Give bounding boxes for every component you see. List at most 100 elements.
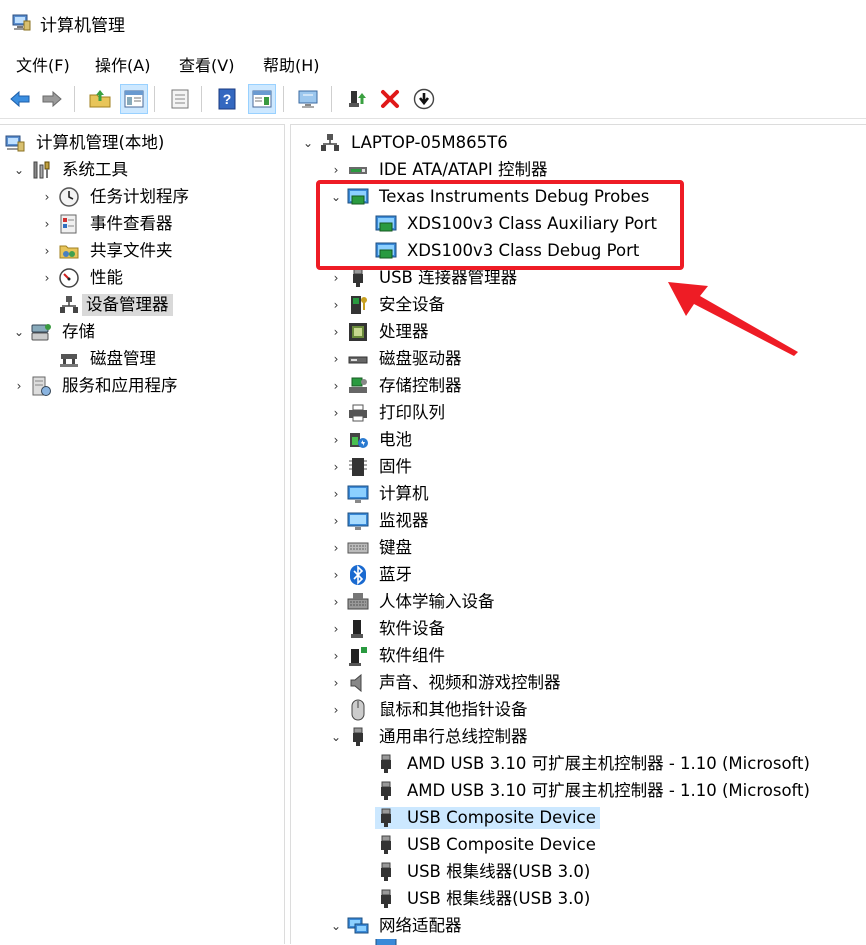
device-category-label: 人体学输入设备 bbox=[375, 591, 499, 613]
device-category-print-queues[interactable]: › 打印队列 bbox=[329, 399, 449, 426]
tree-item-performance[interactable]: › 性能 bbox=[40, 264, 127, 291]
device-usb-composite-device[interactable]: USB Composite Device bbox=[357, 831, 600, 858]
up-folder-icon[interactable] bbox=[86, 84, 114, 114]
chevron-right-icon[interactable]: › bbox=[329, 703, 343, 717]
chevron-right-icon[interactable]: › bbox=[40, 217, 54, 231]
chevron-right-icon[interactable]: › bbox=[329, 568, 343, 582]
chevron-right-icon[interactable]: › bbox=[329, 352, 343, 366]
device-category-network-adapters[interactable]: ⌄ 网络适配器 bbox=[329, 912, 466, 939]
device-tree-root[interactable]: ⌄ LAPTOP-05M865T6 bbox=[301, 129, 512, 156]
device-usb-root-hub[interactable]: USB 根集线器(USB 3.0) bbox=[357, 858, 594, 885]
device-category-disk-drives[interactable]: › 磁盘驱动器 bbox=[329, 345, 466, 372]
tree-item-storage[interactable]: ⌄ 存储 bbox=[12, 318, 99, 345]
chevron-down-icon[interactable]: ⌄ bbox=[12, 163, 26, 177]
menu-view[interactable]: 查看(V) bbox=[177, 52, 236, 76]
tree-item-task-scheduler[interactable]: › 任务计划程序 bbox=[40, 183, 193, 210]
console-tree-pane[interactable]: 计算机管理(本地) ⌄ 系统工具 › 任务计划程序 › 事件查看器 › 共享文件… bbox=[0, 124, 285, 944]
device-category-label: 鼠标和其他指针设备 bbox=[375, 699, 532, 721]
chevron-right-icon[interactable]: › bbox=[40, 271, 54, 285]
device-category-label: IDE ATA/ATAPI 控制器 bbox=[375, 159, 552, 181]
software-device-icon bbox=[347, 618, 369, 640]
chevron-right-icon[interactable]: › bbox=[329, 676, 343, 690]
chevron-right-icon[interactable]: › bbox=[329, 649, 343, 663]
uninstall-icon[interactable] bbox=[376, 84, 404, 114]
device-category-usb-controllers[interactable]: ⌄ 通用串行总线控制器 bbox=[329, 723, 532, 750]
menu-action[interactable]: 操作(A) bbox=[93, 52, 152, 76]
tree-item-shared-folders[interactable]: › 共享文件夹 bbox=[40, 237, 177, 264]
tree-item-label: 事件查看器 bbox=[86, 213, 177, 235]
chevron-right-icon[interactable]: › bbox=[40, 244, 54, 258]
show-hide-tree-icon[interactable] bbox=[120, 84, 148, 114]
chevron-right-icon[interactable]: › bbox=[40, 190, 54, 204]
title-bar: 计算机管理 bbox=[0, 0, 866, 46]
device-category-storage-controllers[interactable]: › 存储控制器 bbox=[329, 372, 466, 399]
chevron-right-icon[interactable]: › bbox=[329, 460, 343, 474]
chevron-right-icon[interactable]: › bbox=[329, 298, 343, 312]
menu-file[interactable]: 文件(F) bbox=[14, 52, 72, 76]
chevron-right-icon[interactable]: › bbox=[329, 622, 343, 636]
chevron-right-icon[interactable]: › bbox=[329, 379, 343, 393]
device-category-processor[interactable]: › 处理器 bbox=[329, 318, 433, 345]
shared-folder-icon bbox=[58, 240, 80, 262]
chevron-right-icon[interactable]: › bbox=[329, 514, 343, 528]
storage-icon bbox=[30, 321, 52, 343]
disk-drive-icon bbox=[347, 348, 369, 370]
device-category-bluetooth[interactable]: › 蓝牙 bbox=[329, 561, 416, 588]
tree-item-device-manager[interactable]: 设备管理器 bbox=[40, 291, 173, 318]
computer-root-icon bbox=[319, 132, 341, 154]
device-category-hid[interactable]: › 人体学输入设备 bbox=[329, 588, 499, 615]
back-arrow-icon[interactable] bbox=[6, 84, 34, 114]
tree-item-disk-management[interactable]: 磁盘管理 bbox=[40, 345, 160, 372]
forward-arrow-icon[interactable] bbox=[38, 84, 66, 114]
chevron-down-icon[interactable]: ⌄ bbox=[329, 730, 343, 744]
device-category-software-components[interactable]: › 软件组件 bbox=[329, 642, 449, 669]
device-category-monitors[interactable]: › 监视器 bbox=[329, 507, 433, 534]
device-category-label: 固件 bbox=[375, 456, 416, 478]
update-driver-icon[interactable] bbox=[343, 84, 371, 114]
device-category-ide[interactable]: › IDE ATA/ATAPI 控制器 bbox=[329, 156, 552, 183]
device-category-label: 网络适配器 bbox=[375, 915, 466, 937]
device-category-firmware[interactable]: › 固件 bbox=[329, 453, 416, 480]
disable-device-icon[interactable] bbox=[410, 84, 438, 114]
menu-help[interactable]: 帮助(H) bbox=[261, 52, 322, 76]
device-network-adapter-partial[interactable] bbox=[357, 939, 403, 945]
tree-item-system-tools[interactable]: ⌄ 系统工具 bbox=[12, 156, 132, 183]
tree-item-label: 服务和应用程序 bbox=[58, 375, 182, 397]
chevron-right-icon[interactable]: › bbox=[329, 433, 343, 447]
firmware-chip-icon bbox=[347, 456, 369, 478]
device-category-security[interactable]: › 安全设备 bbox=[329, 291, 449, 318]
device-category-software-devices[interactable]: › 软件设备 bbox=[329, 615, 449, 642]
device-category-computer[interactable]: › 计算机 bbox=[329, 480, 433, 507]
chevron-right-icon[interactable]: › bbox=[329, 541, 343, 555]
show-action-pane-icon[interactable] bbox=[248, 84, 276, 114]
chevron-right-icon[interactable]: › bbox=[329, 325, 343, 339]
usb-plug-icon bbox=[375, 753, 397, 775]
chevron-right-icon[interactable]: › bbox=[329, 406, 343, 420]
device-usb-composite-device[interactable]: USB Composite Device bbox=[357, 804, 600, 831]
chevron-right-icon[interactable]: › bbox=[329, 595, 343, 609]
tree-item-event-viewer[interactable]: › 事件查看器 bbox=[40, 210, 177, 237]
device-amd-usb-host-controller[interactable]: AMD USB 3.10 可扩展主机控制器 - 1.10 (Microsoft) bbox=[357, 777, 814, 804]
chevron-down-icon[interactable]: ⌄ bbox=[301, 136, 315, 150]
monitor-icon[interactable] bbox=[295, 84, 323, 114]
device-usb-root-hub[interactable]: USB 根集线器(USB 3.0) bbox=[357, 885, 594, 912]
annotation-highlight-box bbox=[316, 180, 684, 270]
tree-item-computer-management[interactable]: 计算机管理(本地) bbox=[4, 129, 168, 156]
device-category-sound[interactable]: › 声音、视频和游戏控制器 bbox=[329, 669, 565, 696]
chevron-right-icon[interactable]: › bbox=[329, 163, 343, 177]
chevron-right-icon[interactable]: › bbox=[329, 487, 343, 501]
chevron-down-icon[interactable]: ⌄ bbox=[12, 325, 26, 339]
tree-item-services-apps[interactable]: › 服务和应用程序 bbox=[12, 372, 182, 399]
device-category-batteries[interactable]: › 电池 bbox=[329, 426, 416, 453]
export-list-icon[interactable] bbox=[166, 84, 194, 114]
device-category-label: 电池 bbox=[375, 429, 416, 451]
chevron-right-icon[interactable]: › bbox=[12, 379, 26, 393]
help-icon[interactable]: ? bbox=[213, 84, 241, 114]
device-category-mice[interactable]: › 鼠标和其他指针设备 bbox=[329, 696, 532, 723]
device-category-keyboards[interactable]: › 键盘 bbox=[329, 534, 416, 561]
chevron-down-icon[interactable]: ⌄ bbox=[329, 919, 343, 933]
chevron-right-icon[interactable]: › bbox=[329, 271, 343, 285]
device-amd-usb-host-controller[interactable]: AMD USB 3.10 可扩展主机控制器 - 1.10 (Microsoft) bbox=[357, 750, 814, 777]
device-category-label: 软件组件 bbox=[375, 645, 449, 667]
device-category-label: 存储控制器 bbox=[375, 375, 466, 397]
